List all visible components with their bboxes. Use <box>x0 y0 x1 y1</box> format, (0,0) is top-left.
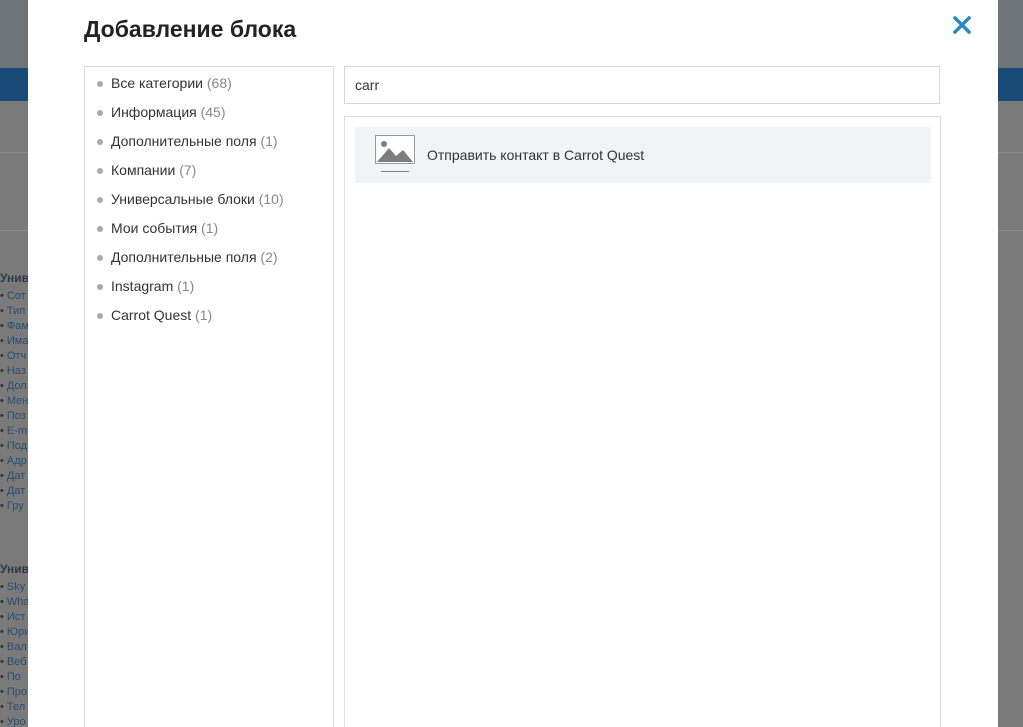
category-count: (1) <box>201 220 219 236</box>
background-list-item: Има <box>0 334 29 349</box>
background-list-item: Дол <box>0 379 29 394</box>
category-count: (1) <box>177 278 195 294</box>
background-list-item: Под <box>0 439 29 454</box>
background-list-item: E-m <box>0 424 29 439</box>
category-item-my-events[interactable]: Мои события (1) <box>85 218 333 247</box>
category-count: (1) <box>195 307 213 323</box>
background-list-item: Отч <box>0 349 29 364</box>
background-list-item: Гру <box>0 499 29 514</box>
results-panel: Отправить контакт в Carrot Quest <box>344 116 941 727</box>
background-list-1: Сот Тип Фам Има Отч Наз Дол Мен Поз E-m … <box>0 289 29 514</box>
background-list-item: Вал <box>0 640 30 655</box>
category-label: Дополнительные поля <box>111 133 257 149</box>
category-item-extra-fields[interactable]: Дополнительные поля (1) <box>85 131 333 160</box>
background-list-item: Поз <box>0 409 29 424</box>
background-list-item: Про <box>0 685 30 700</box>
category-label: Компании <box>111 162 176 178</box>
category-count: (2) <box>260 249 278 265</box>
category-count: (7) <box>179 162 197 178</box>
category-label: Информация <box>111 104 197 120</box>
category-item-all[interactable]: Все категории (68) <box>85 73 333 102</box>
background-list-item: Адр <box>0 454 29 469</box>
background-list-item: Мен <box>0 394 29 409</box>
background-section-title: Унив <box>0 562 30 576</box>
background-list-item: Сот <box>0 289 29 304</box>
image-placeholder-icon <box>375 131 415 179</box>
category-label: Carrot Quest <box>111 307 192 323</box>
background-list-item: Юри <box>0 625 30 640</box>
category-count: (68) <box>206 75 232 91</box>
category-label: Все категории <box>111 75 203 91</box>
background-list-item: Sky <box>0 580 30 595</box>
category-label: Instagram <box>111 278 174 294</box>
background-section-title: Унив <box>0 271 30 285</box>
category-list-panel: Все категории (68) Информация (45) Допол… <box>84 66 334 727</box>
background-list-item: Дат <box>0 484 29 499</box>
background-list-item: Веб <box>0 655 30 670</box>
background-list-item: Дат <box>0 469 29 484</box>
category-label: Универсальные блоки <box>111 191 255 207</box>
background-list-item: По <box>0 670 30 685</box>
background-list-2: Sky Wha Ист Юри Вал Веб По Про Тел Уро <box>0 580 30 727</box>
category-label: Дополнительные поля <box>111 249 257 265</box>
category-list: Все категории (68) Информация (45) Допол… <box>85 67 333 334</box>
category-item-instagram[interactable]: Instagram (1) <box>85 276 333 305</box>
category-item-info[interactable]: Информация (45) <box>85 102 333 131</box>
search-input[interactable] <box>344 66 940 104</box>
background-list-item: Тел <box>0 700 30 715</box>
background-list-item: Уро <box>0 715 30 727</box>
close-button[interactable] <box>950 12 974 38</box>
category-item-companies[interactable]: Компании (7) <box>85 160 333 189</box>
category-count: (1) <box>260 133 278 149</box>
background-list-item: Тип <box>0 304 29 319</box>
category-item-extra-fields-2[interactable]: Дополнительные поля (2) <box>85 247 333 276</box>
background-list-item: Ист <box>0 610 30 625</box>
category-label: Мои события <box>111 220 198 236</box>
add-block-modal: Добавление блока Все категории (68) Инфо… <box>28 0 998 727</box>
background-list-item: Фам <box>0 319 29 334</box>
close-icon <box>952 15 972 35</box>
category-count: (10) <box>258 191 284 207</box>
background-list-item: Wha <box>0 595 30 610</box>
modal-title: Добавление блока <box>84 16 297 42</box>
category-count: (45) <box>200 104 226 120</box>
result-item-label: Отправить контакт в Carrot Quest <box>427 147 645 163</box>
category-item-carrot-quest[interactable]: Carrot Quest (1) <box>85 305 333 334</box>
category-item-universal-blocks[interactable]: Универсальные блоки (10) <box>85 189 333 218</box>
background-list-item: Наз <box>0 364 29 379</box>
result-item-send-contact[interactable]: Отправить контакт в Carrot Quest <box>355 127 931 183</box>
